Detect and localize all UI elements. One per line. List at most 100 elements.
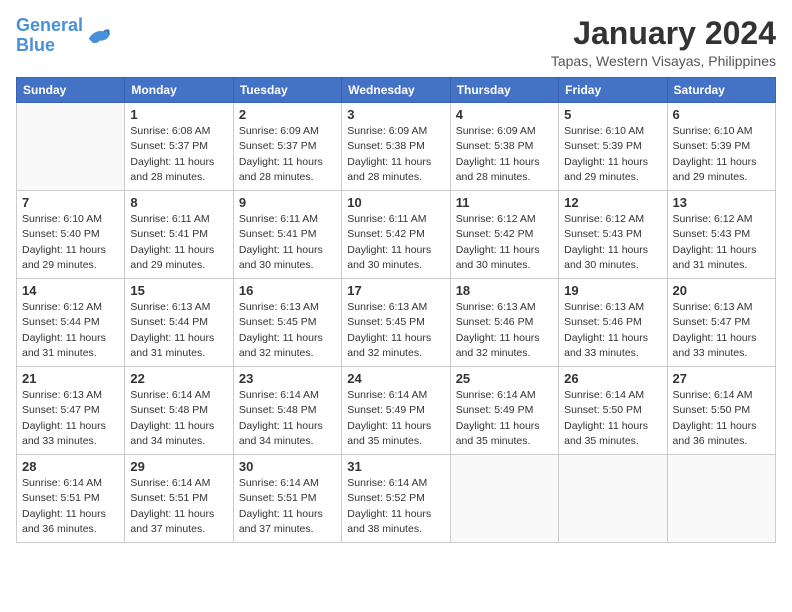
location-subtitle: Tapas, Western Visayas, Philippines: [551, 53, 776, 69]
header-saturday: Saturday: [667, 78, 775, 103]
day-info: Sunrise: 6:13 AMSunset: 5:45 PMDaylight:…: [239, 300, 336, 361]
calendar-cell: 12 Sunrise: 6:12 AMSunset: 5:43 PMDayligh…: [559, 191, 667, 279]
month-title: January 2024: [551, 16, 776, 51]
calendar-week-row: 28Sunrise: 6:14 AMSunset: 5:51 PMDayligh…: [17, 455, 776, 543]
calendar-cell: 4Sunrise: 6:09 AMSunset: 5:38 PMDaylight…: [450, 103, 558, 191]
logo-blue: Blue: [16, 35, 55, 55]
page-header: General Blue January 2024 Tapas, Western…: [16, 16, 776, 69]
calendar-cell: 22 Sunrise: 6:14 AMSunset: 5:48 PMDayligh…: [125, 367, 233, 455]
day-number: 15: [130, 283, 227, 298]
day-info: Sunrise: 6:10 AMSunset: 5:39 PMDaylight:…: [564, 124, 661, 185]
day-number: 13: [673, 195, 770, 210]
day-info: Sunrise: 6:14 AMSunset: 5:49 PMDaylight:…: [456, 388, 553, 449]
calendar-table: SundayMondayTuesdayWednesdayThursdayFrid…: [16, 77, 776, 543]
calendar-cell: 3 Sunrise: 6:09 AMSunset: 5:38 PMDaylight…: [342, 103, 450, 191]
calendar-cell: 23Sunrise: 6:14 AMSunset: 5:48 PMDayligh…: [233, 367, 341, 455]
day-number: 29: [130, 459, 227, 474]
logo-bird-icon: [85, 22, 113, 50]
day-info: Sunrise: 6:10 AMSunset: 5:40 PMDaylight:…: [22, 212, 119, 273]
day-number: 30: [239, 459, 336, 474]
day-info: Sunrise: 6:12 AMSunset: 5:43 PMDaylight:…: [564, 212, 661, 273]
day-info: Sunrise: 6:09 AMSunset: 5:38 PMDaylight:…: [347, 124, 444, 185]
calendar-cell: 14 Sunrise: 6:12 AMSunset: 5:44 PMDayligh…: [17, 279, 125, 367]
calendar-cell: 25 Sunrise: 6:14 AMSunset: 5:49 PMDayligh…: [450, 367, 558, 455]
day-info: Sunrise: 6:13 AMSunset: 5:47 PMDaylight:…: [673, 300, 770, 361]
calendar-cell: 8Sunrise: 6:11 AMSunset: 5:41 PMDaylight…: [125, 191, 233, 279]
day-number: 7: [22, 195, 119, 210]
calendar-cell: 26 Sunrise: 6:14 AMSunset: 5:50 PMDayligh…: [559, 367, 667, 455]
day-number: 18: [456, 283, 553, 298]
calendar-cell: 9 Sunrise: 6:11 AMSunset: 5:41 PMDaylight…: [233, 191, 341, 279]
day-number: 23: [239, 371, 336, 386]
day-number: 2: [239, 107, 336, 122]
calendar-cell: 31 Sunrise: 6:14 AMSunset: 5:52 PMDayligh…: [342, 455, 450, 543]
day-number: 22: [130, 371, 227, 386]
calendar-cell: 30 Sunrise: 6:14 AMSunset: 5:51 PMDayligh…: [233, 455, 341, 543]
day-number: 16: [239, 283, 336, 298]
calendar-cell: 19Sunrise: 6:13 AMSunset: 5:46 PMDayligh…: [559, 279, 667, 367]
calendar-week-row: 7 Sunrise: 6:10 AMSunset: 5:40 PMDaylight…: [17, 191, 776, 279]
calendar-cell: 11 Sunrise: 6:12 AMSunset: 5:42 PMDayligh…: [450, 191, 558, 279]
calendar-cell: [450, 455, 558, 543]
calendar-week-row: 1Sunrise: 6:08 AMSunset: 5:37 PMDaylight…: [17, 103, 776, 191]
day-info: Sunrise: 6:14 AMSunset: 5:50 PMDaylight:…: [564, 388, 661, 449]
logo: General Blue: [16, 16, 113, 56]
day-number: 6: [673, 107, 770, 122]
day-info: Sunrise: 6:09 AMSunset: 5:38 PMDaylight:…: [456, 124, 553, 185]
day-info: Sunrise: 6:14 AMSunset: 5:51 PMDaylight:…: [22, 476, 119, 537]
header-thursday: Thursday: [450, 78, 558, 103]
day-info: Sunrise: 6:11 AMSunset: 5:41 PMDaylight:…: [130, 212, 227, 273]
calendar-cell: 16 Sunrise: 6:13 AMSunset: 5:45 PMDayligh…: [233, 279, 341, 367]
day-number: 21: [22, 371, 119, 386]
calendar-cell: 18Sunrise: 6:13 AMSunset: 5:46 PMDayligh…: [450, 279, 558, 367]
calendar-cell: 21 Sunrise: 6:13 AMSunset: 5:47 PMDayligh…: [17, 367, 125, 455]
day-info: Sunrise: 6:14 AMSunset: 5:52 PMDaylight:…: [347, 476, 444, 537]
calendar-cell: 15 Sunrise: 6:13 AMSunset: 5:44 PMDayligh…: [125, 279, 233, 367]
day-number: 26: [564, 371, 661, 386]
calendar-cell: 10 Sunrise: 6:11 AMSunset: 5:42 PMDayligh…: [342, 191, 450, 279]
day-info: Sunrise: 6:10 AMSunset: 5:39 PMDaylight:…: [673, 124, 770, 185]
day-number: 25: [456, 371, 553, 386]
calendar-cell: 2 Sunrise: 6:09 AMSunset: 5:37 PMDaylight…: [233, 103, 341, 191]
calendar-header-row: SundayMondayTuesdayWednesdayThursdayFrid…: [17, 78, 776, 103]
day-info: Sunrise: 6:12 AMSunset: 5:44 PMDaylight:…: [22, 300, 119, 361]
calendar-cell: 24 Sunrise: 6:14 AMSunset: 5:49 PMDayligh…: [342, 367, 450, 455]
day-info: Sunrise: 6:14 AMSunset: 5:48 PMDaylight:…: [130, 388, 227, 449]
day-info: Sunrise: 6:12 AMSunset: 5:43 PMDaylight:…: [673, 212, 770, 273]
calendar-cell: 27Sunrise: 6:14 AMSunset: 5:50 PMDayligh…: [667, 367, 775, 455]
calendar-cell: [667, 455, 775, 543]
day-info: Sunrise: 6:11 AMSunset: 5:41 PMDaylight:…: [239, 212, 336, 273]
day-info: Sunrise: 6:12 AMSunset: 5:42 PMDaylight:…: [456, 212, 553, 273]
day-number: 1: [130, 107, 227, 122]
calendar-cell: 20Sunrise: 6:13 AMSunset: 5:47 PMDayligh…: [667, 279, 775, 367]
header-friday: Friday: [559, 78, 667, 103]
day-info: Sunrise: 6:14 AMSunset: 5:49 PMDaylight:…: [347, 388, 444, 449]
day-number: 12: [564, 195, 661, 210]
calendar-week-row: 14 Sunrise: 6:12 AMSunset: 5:44 PMDayligh…: [17, 279, 776, 367]
day-info: Sunrise: 6:14 AMSunset: 5:51 PMDaylight:…: [239, 476, 336, 537]
day-number: 24: [347, 371, 444, 386]
calendar-cell: 6 Sunrise: 6:10 AMSunset: 5:39 PMDaylight…: [667, 103, 775, 191]
day-number: 14: [22, 283, 119, 298]
calendar-cell: 28Sunrise: 6:14 AMSunset: 5:51 PMDayligh…: [17, 455, 125, 543]
day-info: Sunrise: 6:13 AMSunset: 5:47 PMDaylight:…: [22, 388, 119, 449]
day-number: 17: [347, 283, 444, 298]
day-number: 10: [347, 195, 444, 210]
day-info: Sunrise: 6:13 AMSunset: 5:46 PMDaylight:…: [564, 300, 661, 361]
calendar-cell: [17, 103, 125, 191]
calendar-cell: 1Sunrise: 6:08 AMSunset: 5:37 PMDaylight…: [125, 103, 233, 191]
day-number: 9: [239, 195, 336, 210]
day-number: 11: [456, 195, 553, 210]
calendar-week-row: 21 Sunrise: 6:13 AMSunset: 5:47 PMDayligh…: [17, 367, 776, 455]
calendar-cell: 29 Sunrise: 6:14 AMSunset: 5:51 PMDayligh…: [125, 455, 233, 543]
day-info: Sunrise: 6:09 AMSunset: 5:37 PMDaylight:…: [239, 124, 336, 185]
day-info: Sunrise: 6:11 AMSunset: 5:42 PMDaylight:…: [347, 212, 444, 273]
header-tuesday: Tuesday: [233, 78, 341, 103]
day-number: 3: [347, 107, 444, 122]
day-info: Sunrise: 6:14 AMSunset: 5:51 PMDaylight:…: [130, 476, 227, 537]
day-number: 27: [673, 371, 770, 386]
day-number: 5: [564, 107, 661, 122]
day-info: Sunrise: 6:13 AMSunset: 5:45 PMDaylight:…: [347, 300, 444, 361]
day-number: 31: [347, 459, 444, 474]
day-info: Sunrise: 6:13 AMSunset: 5:44 PMDaylight:…: [130, 300, 227, 361]
